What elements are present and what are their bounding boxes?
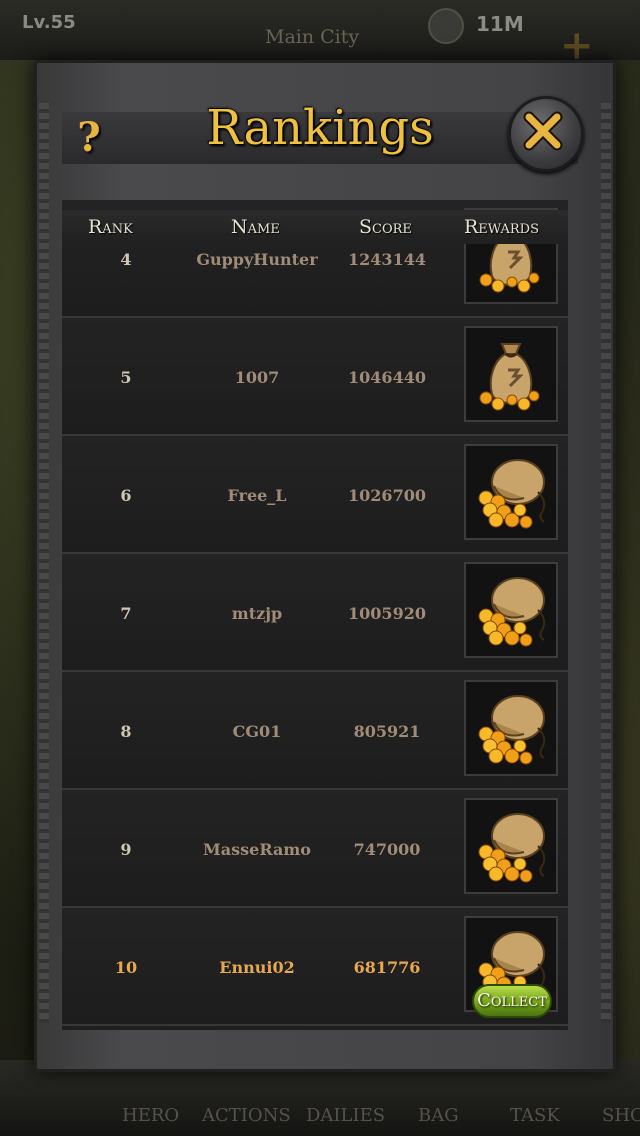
close-icon (523, 111, 563, 151)
reward-slot[interactable] (464, 326, 558, 422)
player-score: 1243144 (348, 250, 426, 269)
panel-border-right (601, 103, 611, 1023)
nav-task[interactable]: TASK (510, 1105, 560, 1126)
player-name: GuppyHunter (196, 250, 318, 269)
column-name: Name (231, 216, 280, 238)
player-score: 681776 (353, 958, 421, 977)
player-name: MasseRamo (203, 840, 311, 859)
column-rewards: Rewards (464, 216, 540, 238)
ranking-row: 9 MasseRamo 747000 (62, 790, 568, 908)
player-level: Lv.55 (22, 12, 76, 33)
location-label: Main City (265, 26, 360, 48)
rank-value: 7 (120, 604, 132, 623)
reward-slot[interactable] (464, 680, 558, 776)
small-gold-sack-icon (479, 343, 540, 411)
nav-actions[interactable]: ACTIONS (202, 1105, 291, 1126)
gold-coin-icon (428, 8, 464, 44)
player-score: 1046440 (348, 368, 426, 387)
player-score: 1026700 (348, 486, 426, 505)
rank-value: 8 (120, 722, 132, 741)
ranking-row: 5 1007 1046440 (62, 318, 568, 436)
player-score: 805921 (353, 722, 421, 741)
nav-bag[interactable]: BAG (418, 1105, 459, 1126)
gold-amount: 11M (476, 12, 524, 36)
nav-dailies[interactable]: DAILIES (306, 1105, 385, 1126)
rank-value: 6 (120, 486, 132, 505)
player-name: mtzjp (231, 604, 283, 623)
reward-slot[interactable] (464, 444, 558, 540)
player-name: 1007 (234, 368, 280, 387)
nav-shop[interactable]: SHO (602, 1105, 640, 1126)
column-score: Score (359, 216, 412, 238)
panel-border-left (39, 103, 49, 1023)
player-name: Ennui02 (219, 958, 295, 977)
ranking-row: 6 Free_L 1026700 (62, 436, 568, 554)
rank-value: 4 (120, 250, 132, 269)
rank-value: 9 (120, 840, 132, 859)
large-gold-sack-icon (478, 813, 546, 883)
rank-value: 10 (114, 958, 138, 977)
nav-hero[interactable]: HERO (122, 1105, 179, 1126)
ranking-row: 7 mtzjp 1005920 (62, 554, 568, 672)
reward-slot[interactable] (464, 798, 558, 894)
large-gold-sack-icon (478, 695, 546, 765)
reward-slot[interactable] (464, 562, 558, 658)
player-name: CG01 (232, 722, 282, 741)
column-rank: Rank (88, 216, 133, 238)
player-name: Free_L (227, 486, 287, 505)
collect-button[interactable]: Collect (472, 984, 552, 1018)
ranking-row: 8 CG01 805921 (62, 672, 568, 790)
close-button[interactable] (508, 96, 584, 172)
large-gold-sack-icon (478, 577, 546, 647)
rank-value: 5 (120, 368, 132, 387)
player-score: 1005920 (348, 604, 426, 623)
large-gold-sack-icon (478, 459, 546, 529)
player-score: 747000 (353, 840, 421, 859)
